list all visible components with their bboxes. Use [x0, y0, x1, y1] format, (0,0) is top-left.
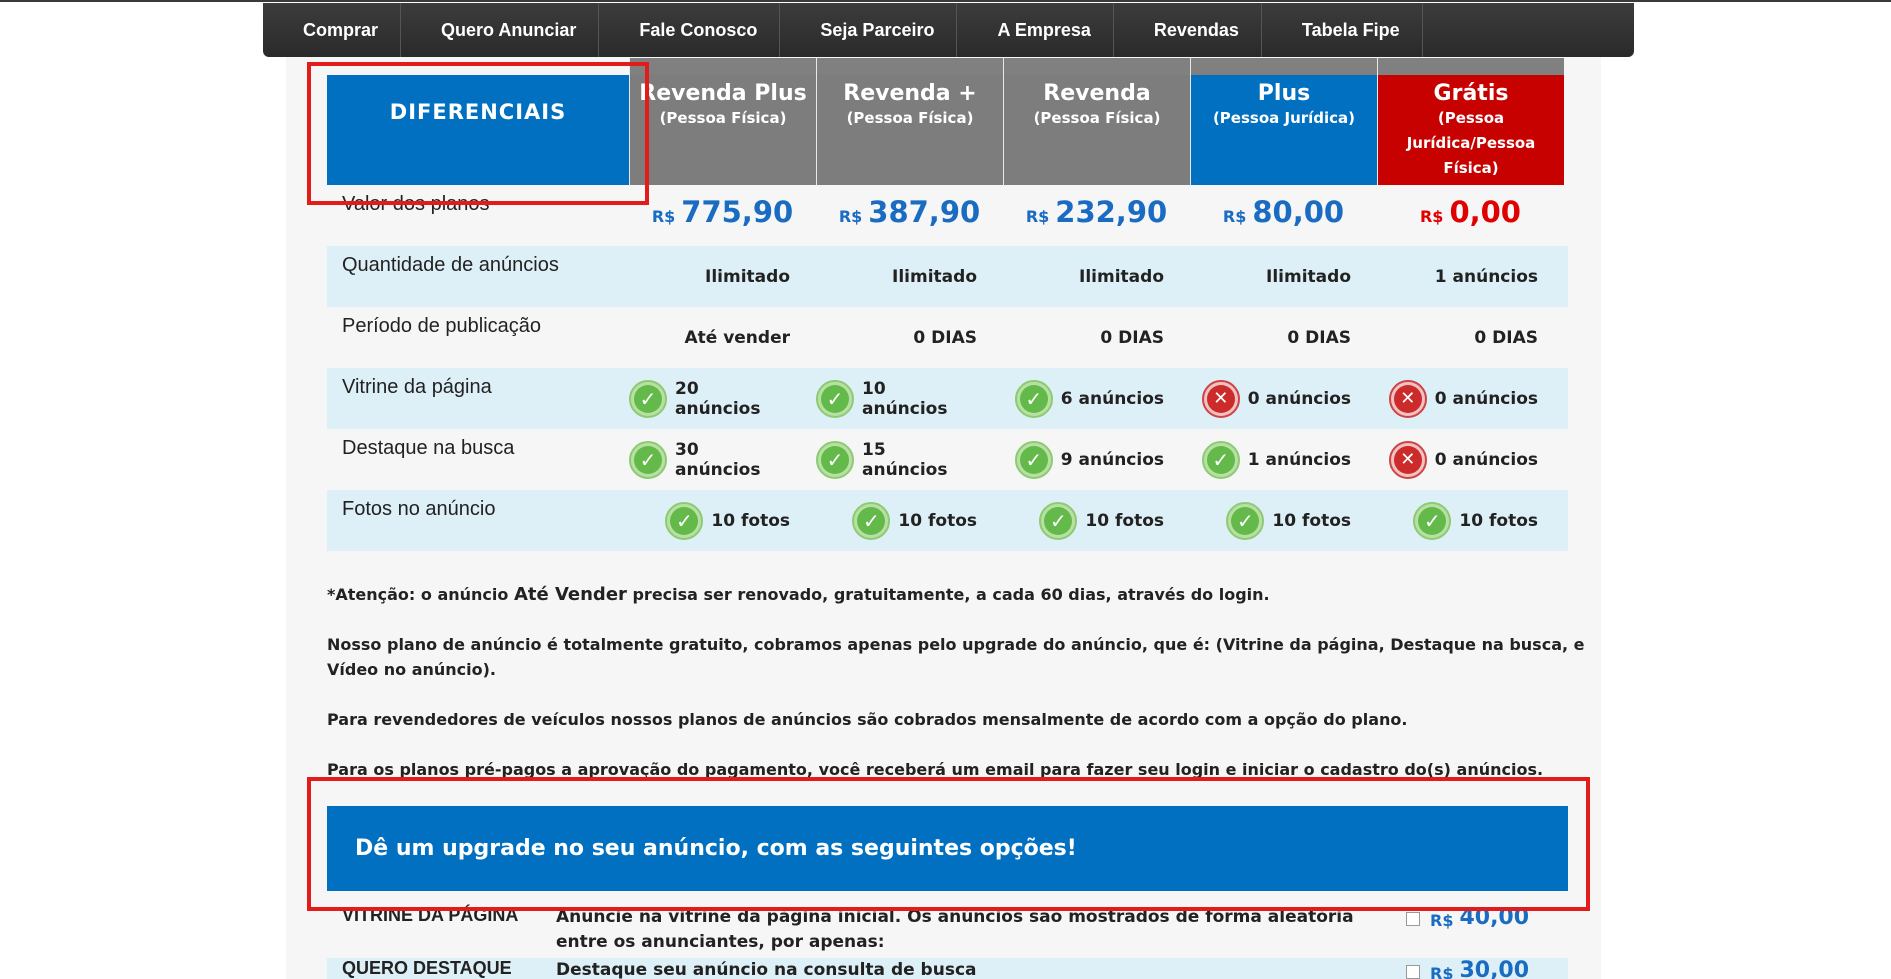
value-cell: ✓ 10 anúncios [816, 368, 1003, 429]
upgrade-destaque-checkbox[interactable] [1406, 965, 1420, 979]
upgrade-item-description: Anuncie na vitrine da página inicial. Os… [556, 907, 1354, 952]
value-cell: ✕ 0 anúncios [1377, 429, 1564, 490]
value-cell: ✓ 10 fotos [1377, 490, 1564, 551]
check-icon: ✓ [1039, 501, 1078, 540]
check-icon: ✓ [629, 379, 667, 418]
value-cell: 0 DIAS [1474, 327, 1538, 348]
nav-quero-anunciar[interactable]: Quero Anunciar [401, 3, 600, 57]
value-cell: ✓ 20 anúncios [629, 368, 816, 429]
row-label: Quantidade de anúncios [342, 254, 559, 276]
upgrade-item-label: VITRINE DA PÁGINA [342, 905, 519, 925]
check-icon: ✓ [1413, 501, 1452, 540]
check-icon: ✓ [629, 440, 667, 479]
price-cell: R$ 0,00 [1419, 195, 1521, 229]
price-cell: R$ 80,00 [1222, 195, 1345, 229]
check-icon: ✓ [1014, 440, 1053, 479]
note-attention: *Atenção: o anúncio Até Vender precisa s… [327, 584, 1270, 605]
top-border-line [0, 0, 1891, 2]
main-navbar: Comprar Quero Anunciar Fale Conosco Seja… [263, 3, 1634, 57]
highlight-box-diferenciais [307, 62, 649, 205]
price-cell: R$ 232,90 [1025, 195, 1168, 229]
value-cell: Ilimitado [1266, 266, 1351, 287]
row-label: Fotos no anúncio [342, 498, 496, 520]
plan-header-plus: Plus (Pessoa Jurídica) [1190, 58, 1377, 185]
upgrade-item-price: R$ 40,00 [1406, 905, 1529, 955]
check-icon: ✓ [1226, 501, 1265, 540]
note-resellers: Para revendedores de veículos nossos pla… [327, 710, 1408, 729]
row-periodo: Período de publicação Até vender 0 DIAS … [327, 307, 1568, 368]
upgrade-item-label: QUERO DESTAQUE [342, 958, 512, 978]
plan-subtitle: (Pessoa Física) [1033, 109, 1161, 127]
nav-a-empresa[interactable]: A Empresa [957, 3, 1114, 57]
value-cell: ✓ 15 anúncios [816, 429, 1003, 490]
row-label: Destaque na busca [342, 437, 515, 459]
plan-notes: *Atenção: o anúncio Até Vender precisa s… [327, 582, 1602, 807]
value-cell: 0 DIAS [1100, 327, 1164, 348]
upgrade-vitrine-checkbox[interactable] [1406, 912, 1420, 926]
plan-name: Revenda [1043, 81, 1151, 106]
plan-subtitle: (Pessoa Física) [659, 109, 787, 127]
plan-subtitle: (Pessoa Jurídica/Pessoa Física) [1406, 109, 1536, 177]
value-cell: Ilimitado [892, 266, 977, 287]
value-cell: 0 DIAS [1287, 327, 1351, 348]
nav-tabela-fipe[interactable]: Tabela Fipe [1262, 3, 1423, 57]
value-cell: ✓ 1 anúncios [1190, 429, 1377, 490]
value-cell: Até vender [684, 327, 790, 348]
row-fotos: Fotos no anúncio ✓ 10 fotos ✓ 10 fotos ✓ 10… [327, 490, 1568, 551]
plan-subtitle: (Pessoa Física) [846, 109, 974, 127]
cross-icon: ✕ [1388, 440, 1427, 479]
plan-header-revenda-plus: Revenda Plus (Pessoa Física) [629, 58, 816, 185]
value-cell: ✓ 6 anúncios [1003, 368, 1190, 429]
plan-header-revenda-mais: Revenda + (Pessoa Física) [816, 58, 1003, 185]
row-label: Período de publicação [342, 315, 542, 337]
nav-fale-conosco[interactable]: Fale Conosco [599, 3, 781, 57]
nav-revendas[interactable]: Revendas [1114, 3, 1262, 57]
plan-header-revenda: Revenda (Pessoa Física) [1003, 58, 1190, 185]
cross-icon: ✕ [1388, 379, 1427, 418]
nav-seja-parceiro[interactable]: Seja Parceiro [780, 3, 958, 57]
value-cell: 1 anúncios [1434, 266, 1538, 287]
row-vitrine: Vitrine da página ✓ 20 anúncios ✓ 10 anúnc… [327, 368, 1568, 429]
value-cell: 0 DIAS [913, 327, 977, 348]
plan-name: Plus [1257, 81, 1311, 106]
value-cell: ✓ 30 anúncios [629, 429, 816, 490]
check-icon: ✓ [1201, 440, 1240, 479]
upgrade-item-vitrine: VITRINE DA PÁGINA Anuncie na vitrine da … [327, 905, 1568, 955]
price-cell: R$ 387,90 [838, 195, 981, 229]
row-destaque: Destaque na busca ✓ 30 anúncios ✓ 15 anúnc… [327, 429, 1568, 490]
plan-subtitle: (Pessoa Jurídica) [1212, 109, 1356, 127]
plan-name: Revenda + [843, 81, 977, 106]
check-icon: ✓ [665, 501, 704, 540]
cross-icon: ✕ [1201, 379, 1240, 418]
row-quantidade: Quantidade de anúncios Ilimitado Ilimita… [327, 246, 1568, 307]
upgrade-item-description: Destaque seu anúncio na consulta de busc… [556, 960, 977, 979]
value-cell: ✓ 10 fotos [1190, 490, 1377, 551]
value-cell: ✕ 0 anúncios [1377, 368, 1564, 429]
check-icon: ✓ [816, 440, 854, 479]
plan-header-gratis: Grátis (Pessoa Jurídica/Pessoa Física) [1377, 58, 1564, 185]
value-cell: ✓ 10 fotos [816, 490, 1003, 551]
check-icon: ✓ [816, 379, 854, 418]
nav-comprar[interactable]: Comprar [263, 3, 402, 57]
value-cell: ✓ 9 anúncios [1003, 429, 1190, 490]
note-free-plan: Nosso plano de anúncio é totalmente grat… [327, 635, 1585, 679]
upgrade-item-price: R$ 30,00 [1406, 958, 1529, 979]
price-cell: R$ 775,90 [651, 195, 794, 229]
highlight-box-upgrade [307, 777, 1590, 911]
value-cell: Ilimitado [1079, 266, 1164, 287]
value-cell: ✕ 0 anúncios [1190, 368, 1377, 429]
check-icon: ✓ [1014, 379, 1053, 418]
upgrade-item-destaque: QUERO DESTAQUE Destaque seu anúncio na c… [327, 958, 1568, 979]
plan-name: Grátis [1433, 81, 1509, 106]
value-cell: ✓ 10 fotos [629, 490, 816, 551]
value-cell: ✓ 10 fotos [1003, 490, 1190, 551]
check-icon: ✓ [852, 501, 891, 540]
row-label: Vitrine da página [342, 376, 492, 398]
plan-name: Revenda Plus [639, 81, 807, 106]
value-cell: Ilimitado [705, 266, 790, 287]
